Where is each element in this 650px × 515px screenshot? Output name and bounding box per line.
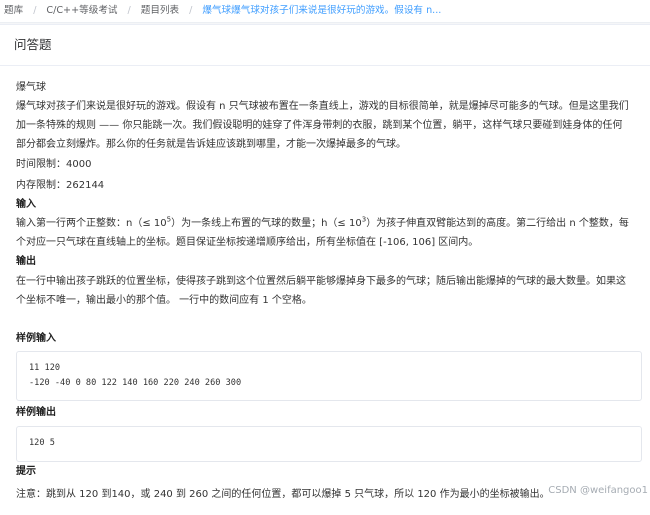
time-limit: 时间限制：4000 — [16, 156, 91, 174]
sample-input-line-1: 11 120 — [29, 363, 61, 373]
sample-input-box: 11 120 -120 -40 0 80 122 140 160 220 240… — [16, 351, 642, 401]
hint-heading: 提示 — [16, 466, 36, 477]
input-heading: 输入 — [16, 199, 36, 210]
breadcrumb-item-exam[interactable]: C/C++等级考试 — [46, 0, 117, 22]
input-text-1: 输入第一行两个正整数：n（≤ 10 — [16, 218, 167, 229]
problem-desc-line-1: 爆气球对孩子们来说是很好玩的游戏。假设有 n 只气球被布置在一条直线上，游戏的目… — [16, 101, 629, 112]
breadcrumb-item-problem-list[interactable]: 题目列表 — [141, 0, 179, 22]
memory-limit: 内存限制：262144 — [16, 177, 104, 195]
sample-output-line-1: 120 5 — [29, 438, 55, 448]
memory-limit-label: 内存限制： — [16, 180, 66, 191]
input-line-2: 个对应一只气球在直线轴上的坐标。题目保证坐标按递增顺序给出，所有坐标值在 [-1… — [16, 237, 479, 248]
time-limit-label: 时间限制： — [16, 159, 66, 170]
card-header: 问答题 — [0, 25, 650, 66]
hint-line: 注意：跳到从 120 到140，或 240 到 260 之间的任何位置，都可以爆… — [16, 489, 550, 500]
breadcrumb-separator: / — [127, 5, 131, 16]
input-text-2: ）为一条线上布置的气球的数量；h（≤ 10 — [171, 218, 362, 229]
problem-title: 爆气球 — [16, 82, 46, 93]
input-text-3: ）为孩子伸直双臂能达到的高度。第二行给出 n 个整数，每 — [366, 218, 629, 229]
breadcrumb-separator: / — [189, 5, 193, 16]
time-limit-value: 4000 — [66, 159, 92, 170]
breadcrumb-separator: / — [33, 5, 37, 16]
sample-output-heading: 样例输出 — [16, 407, 56, 418]
breadcrumb-item-problem-bank[interactable]: 题库 — [0, 0, 23, 22]
csdn-watermark: CSDN @weifangoo1 — [548, 485, 648, 496]
output-line-1: 在一行中输出孩子跳跃的位置坐标，使得孩子跳到这个位置然后躺平能够爆掉身下最多的气… — [16, 276, 626, 287]
sample-output-box: 120 5 — [16, 426, 642, 462]
output-line-2: 个坐标不唯一，输出最小的那个值。 一行中的数间应有 1 个空格。 — [16, 295, 312, 306]
sample-input-line-2: -120 -40 0 80 122 140 160 220 240 260 30… — [29, 378, 242, 388]
problem-desc-line-2: 加一条特殊的规则 —— 你只能跳一次。我们假设聪明的娃穿了件浑身带刺的衣服，跳到… — [16, 120, 623, 131]
memory-limit-value: 262144 — [66, 180, 105, 191]
sample-input-heading: 样例输入 — [16, 333, 56, 344]
breadcrumb-current: 爆气球爆气球对孩子们来说是很好玩的游戏。假设有 n... — [202, 5, 442, 16]
output-heading: 输出 — [16, 256, 36, 267]
input-line-1: 输入第一行两个正整数：n（≤ 105）为一条线上布置的气球的数量；h（≤ 103… — [16, 215, 629, 233]
breadcrumb: 题库 / C/C++等级考试 / 题目列表 / 爆气球爆气球对孩子们来说是很好玩的游戏。假设… — [0, 0, 650, 23]
problem-desc-line-3: 部分都会立刻爆炸。那么你的任务就是告诉娃应该跳到哪里，才能一次爆掉最多的气球。 — [16, 139, 406, 150]
